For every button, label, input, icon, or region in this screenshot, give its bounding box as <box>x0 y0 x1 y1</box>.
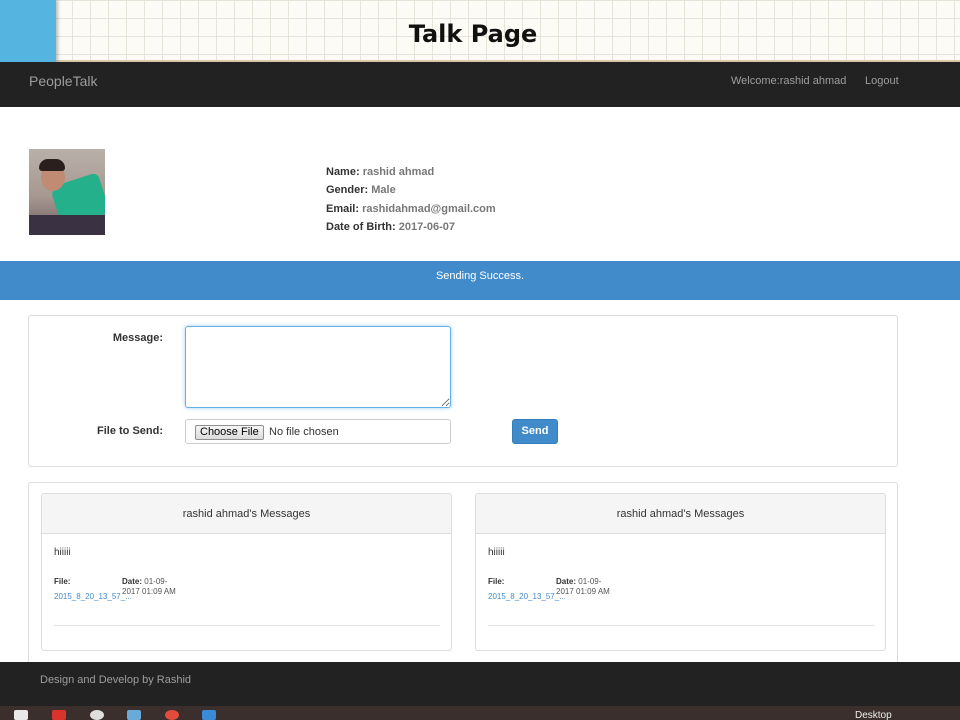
profile-name: rashid ahmad <box>362 166 435 178</box>
message-file-link[interactable]: 2015_8_20_13_57_... <box>54 592 132 601</box>
message-file-link[interactable]: 2015_8_20_13_57_... <box>488 592 566 601</box>
slide-title: Talk Page <box>408 20 538 48</box>
profile-email: rashidahmad@gmail.com <box>362 202 496 215</box>
message-date: Date: 01-09-2017 01:09 AM <box>122 577 176 596</box>
success-alert: Sending Success. <box>0 261 960 300</box>
message-file-label: File: <box>488 577 505 586</box>
logout-link[interactable]: Logout <box>865 75 899 87</box>
send-button[interactable]: Send <box>512 419 558 444</box>
profile-dob-row: Date of Birth: 2017-06-07 <box>326 220 456 233</box>
app-icon[interactable] <box>202 710 216 720</box>
divider <box>488 625 874 626</box>
brand-link[interactable]: PeopleTalk <box>29 73 98 89</box>
welcome-text: Welcome:rashid ahmad <box>731 75 847 87</box>
message-date: Date: 01-09-2017 01:09 AM <box>556 577 610 596</box>
divider <box>54 625 440 626</box>
message-textarea[interactable] <box>185 326 451 408</box>
windows-icon[interactable] <box>14 710 28 720</box>
message-card-header: rashid ahmad's Messages <box>476 494 885 534</box>
chrome-icon[interactable] <box>90 710 104 720</box>
pdf-icon[interactable] <box>52 710 66 720</box>
message-file-label: File: <box>54 577 71 586</box>
message-card-header: rashid ahmad's Messages <box>42 494 451 534</box>
message-label: Message: <box>112 332 163 344</box>
message-text: hiiiii <box>488 547 505 558</box>
message-card: rashid ahmad's Messages hiiiii File: 201… <box>475 493 886 651</box>
footer: Design and Develop by Rashid <box>0 662 960 706</box>
taskbar <box>0 706 960 720</box>
profile-info: Name: rashid ahmad Gender: Male Email: r… <box>326 163 496 236</box>
message-card: rashid ahmad's Messages hiiiii File: 201… <box>41 493 452 651</box>
file-label: File to Send: <box>97 425 163 437</box>
choose-file-button[interactable]: Choose File <box>195 425 264 440</box>
top-navbar: PeopleTalk Welcome:rashid ahmad Logout <box>0 62 960 107</box>
profile-name-row: Name: rashid ahmad <box>326 166 435 178</box>
profile-dob: 2017-06-07 <box>398 220 456 233</box>
box-icon[interactable] <box>127 710 141 720</box>
footer-text: Design and Develop by Rashid <box>40 674 192 686</box>
profile-gender-row: Gender: Male <box>326 184 396 197</box>
avatar <box>29 149 105 235</box>
profile-gender: Male <box>371 184 396 197</box>
slide-header: Talk Page <box>0 0 960 62</box>
taskbar-desktop-label[interactable]: Desktop <box>855 710 892 720</box>
chrome-icon[interactable] <box>165 710 179 720</box>
no-file-text: No file chosen <box>269 426 339 438</box>
message-text: hiiiii <box>54 547 71 558</box>
profile-email-row: Email: rashidahmad@gmail.com <box>326 202 496 215</box>
